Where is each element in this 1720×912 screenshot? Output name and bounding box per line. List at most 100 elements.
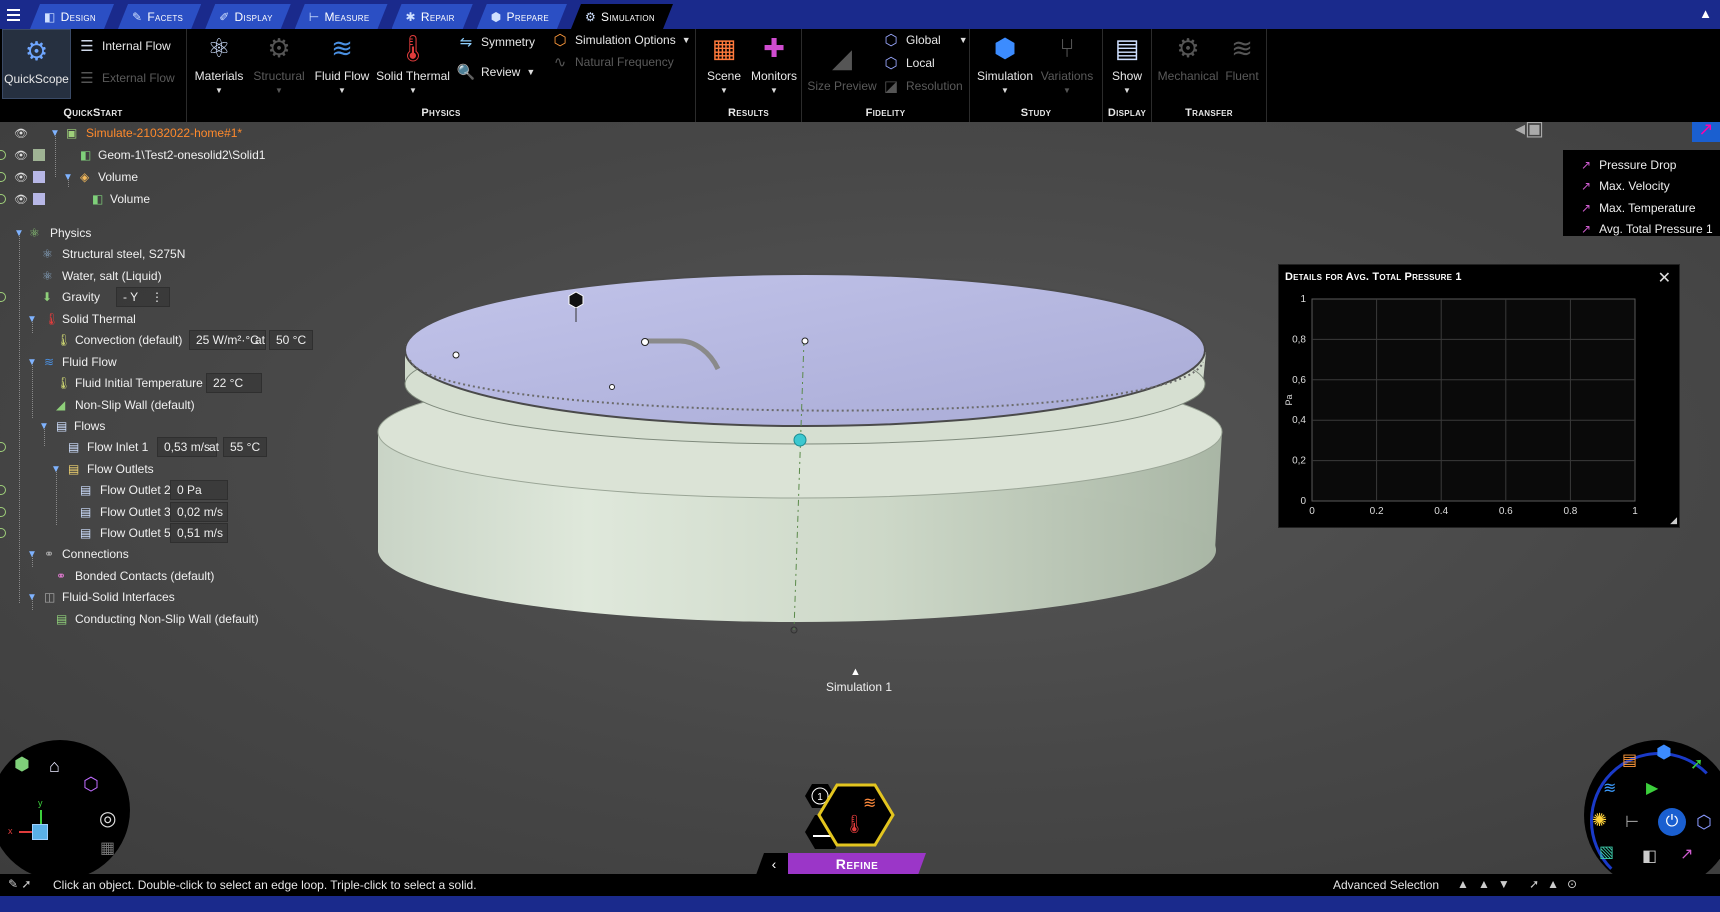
eye-icon[interactable]: 👁 — [14, 171, 28, 184]
review-button[interactable]: 🔍 Review ▼ — [457, 63, 536, 81]
tab-display[interactable]: ✐ Display — [205, 4, 291, 29]
eye-icon[interactable]: 👁 — [14, 193, 28, 206]
close-icon[interactable]: ✕ — [1658, 268, 1671, 288]
expand-toggle-icon[interactable]: ▼ — [14, 228, 24, 239]
tree-item-convection[interactable]: 🌡 Convection (default) 25 W/m²·°C at 50 … — [0, 329, 320, 351]
menu-icon[interactable] — [0, 0, 26, 29]
visibility-toggle-icon[interactable] — [0, 528, 6, 538]
solid-view-icon[interactable]: ⬢ — [14, 754, 30, 775]
visibility-toggle-icon[interactable] — [0, 292, 6, 302]
visibility-toggle-icon[interactable] — [0, 150, 6, 160]
simulation-hex-widget[interactable]: 1 🌡 ≋ — [785, 770, 905, 860]
tree-item-flow-outlets[interactable]: ▼ ▤ Flow Outlets — [0, 458, 300, 480]
monitor-item-max-temperature[interactable]: ↗ Max. Temperature — [1581, 197, 1720, 219]
tree-item-volume-group[interactable]: 👁 ▼ ◈ Volume — [0, 166, 300, 188]
axis-triad[interactable]: y x — [8, 798, 74, 858]
chevron-down-icon[interactable]: ▼ — [959, 35, 968, 45]
tree-item-volume[interactable]: 👁 ◧ Volume — [0, 188, 300, 210]
flow-outlet-3-field[interactable]: 0,02 m/s — [170, 502, 228, 522]
fluid-flow-button[interactable]: ≋ Fluid Flow ▼ — [314, 31, 370, 96]
chevron-down-icon[interactable]: ▼ — [526, 67, 535, 77]
flow-outlet-5-field[interactable]: 0,51 m/s — [170, 523, 228, 543]
fluid-initial-temperature-field[interactable]: 22 °C — [206, 373, 262, 393]
visibility-toggle-icon[interactable] — [0, 507, 6, 517]
tree-item-non-slip-wall[interactable]: ◢ Non-Slip Wall (default) — [0, 394, 300, 416]
tab-simulation[interactable]: ⚙ Simulation — [571, 4, 673, 29]
chevron-down-icon[interactable]: ▼ — [682, 35, 691, 45]
pipe-endpoint[interactable] — [641, 338, 649, 346]
expand-toggle-icon[interactable]: ▼ — [27, 314, 37, 325]
color-swatch[interactable] — [33, 171, 45, 183]
monitor-chart-icon[interactable]: ↗ — [1692, 122, 1720, 142]
gravity-direction-field[interactable]: - Y ⋮ — [116, 287, 170, 307]
chevron-down-icon[interactable]: ▼ — [275, 86, 283, 95]
symmetry-button[interactable]: ⇋ Symmetry — [457, 33, 535, 51]
show-button[interactable]: ▤ Show ▼ — [1107, 31, 1147, 96]
refine-button[interactable]: Refine — [788, 853, 926, 874]
visibility-toggle-icon[interactable] — [0, 172, 6, 182]
camera-icon[interactable]: ◎ — [99, 806, 116, 831]
simulation-cube-icon[interactable]: ⬢ — [1656, 742, 1672, 763]
cube-icon[interactable]: ⬡ — [83, 774, 99, 795]
pan-icon[interactable]: ➚ — [1690, 754, 1703, 774]
fluent-button[interactable]: ≋ Fluent — [1222, 31, 1262, 84]
expand-toggle-icon[interactable]: ▼ — [27, 357, 37, 368]
tree-item-connections[interactable]: ▼ ⚭ Connections — [0, 543, 300, 565]
tree-item-flow-outlet-5[interactable]: ▤ Flow Outlet 5 0,51 m/s — [0, 522, 300, 544]
mechanical-button[interactable]: ⚙ Mechanical — [1158, 31, 1219, 84]
solid-thermal-button[interactable]: 🌡 Solid Thermal ▼ — [376, 31, 450, 96]
layers-icon[interactable]: ▤ — [1622, 750, 1637, 770]
flow-inlet-temperature-field[interactable]: 55 °C — [223, 437, 268, 457]
mesh-icon[interactable]: ⬡ — [1696, 812, 1712, 833]
structural-button[interactable]: ⚙ Structural ▼ — [253, 31, 304, 96]
visibility-toggle-icon[interactable] — [0, 442, 6, 452]
tab-prepare[interactable]: ⬢ Prepare — [477, 4, 567, 29]
panel-toggle-icon[interactable]: ◂▣ — [1515, 122, 1544, 141]
tree-item-gravity[interactable]: ⬇ Gravity - Y ⋮ — [0, 286, 300, 308]
plane-icon[interactable]: ◧ — [1642, 846, 1657, 866]
chevron-down-icon[interactable]: ▼ — [1123, 86, 1131, 95]
eye-icon[interactable]: 👁 — [14, 127, 28, 140]
tree-item-physics[interactable]: ▼ ⚛ Physics — [0, 222, 300, 244]
internal-flow-button[interactable]: ☰ Internal Flow — [78, 37, 170, 55]
contour-icon[interactable]: ▧ — [1599, 842, 1614, 862]
tree-item-fluid-initial-temperature[interactable]: 🌡 Fluid Initial Temperature 22 °C — [0, 372, 300, 394]
status-tool-icons[interactable]: ✎ ➚ — [8, 877, 31, 891]
expand-toggle-icon[interactable]: ▼ — [27, 592, 37, 603]
streamline-icon[interactable]: ≋ — [1603, 778, 1616, 798]
checker-icon[interactable]: ▦ — [100, 838, 115, 858]
color-swatch[interactable] — [33, 149, 45, 161]
tree-item-flow-outlet-2[interactable]: ▤ Flow Outlet 2 0 Pa — [0, 479, 300, 501]
probe-icon[interactable]: ⊢ — [1625, 812, 1639, 832]
external-flow-button[interactable]: ☰ External Flow — [78, 69, 174, 87]
chevron-up-icon[interactable]: ▲ — [1457, 877, 1469, 891]
monitor-item-pressure-drop[interactable]: ↗ Pressure Drop — [1581, 154, 1720, 176]
tree-item-water[interactable]: ⚛ Water, salt (Liquid) — [0, 265, 300, 287]
tree-item-flow-outlet-3[interactable]: ▤ Flow Outlet 3 0,02 m/s — [0, 501, 300, 523]
chevron-down-icon[interactable]: ▼ — [1001, 86, 1009, 95]
chevron-down-icon[interactable]: ▼ — [409, 86, 417, 95]
tank-lid[interactable] — [404, 273, 1206, 427]
advanced-selection-label[interactable]: Advanced Selection — [1333, 878, 1439, 892]
edge-point[interactable] — [609, 384, 615, 390]
tree-item-conducting-wall[interactable]: ▤ Conducting Non-Slip Wall (default) — [0, 608, 300, 630]
natural-frequency-button[interactable]: ∿ Natural Frequency — [551, 53, 674, 71]
tree-item-bonded-contacts[interactable]: ⚭ Bonded Contacts (default) — [0, 565, 300, 587]
edge-point[interactable] — [452, 351, 460, 359]
flow-outlet-2-field[interactable]: 0 Pa — [170, 480, 228, 500]
play-icon[interactable]: ▶ — [1646, 778, 1658, 798]
expand-toggle-icon[interactable]: ▼ — [51, 464, 61, 475]
selection-filter-icons[interactable]: ▲▼ ➚▲⊙ — [1478, 877, 1585, 891]
convection-temperature-field[interactable]: 50 °C — [269, 330, 314, 350]
tree-item-flow-inlet[interactable]: ▤ Flow Inlet 1 0,53 m/s at 55 °C — [0, 436, 320, 458]
tree-item-geom[interactable]: 👁 ◧ Geom-1\Test2-onesolid2\Solid1 — [0, 144, 300, 166]
global-button[interactable]: ⬡ Global ▼ — [882, 31, 968, 49]
outlet-marker-icon[interactable] — [568, 291, 584, 309]
tree-item-structural-steel[interactable]: ⚛ Structural steel, S275N — [0, 243, 300, 265]
visibility-toggle-icon[interactable] — [0, 485, 6, 495]
power-icon[interactable]: ⏻ — [1658, 808, 1686, 836]
simulation-options-button[interactable]: ⬡ Simulation Options ▼ — [551, 31, 691, 49]
monitor-item-avg-total-pressure[interactable]: ↗ Avg. Total Pressure 1 — [1581, 219, 1720, 241]
chevron-down-icon[interactable]: ▼ — [720, 86, 728, 95]
variations-button[interactable]: ⑂ Variations ▼ — [1036, 31, 1098, 96]
